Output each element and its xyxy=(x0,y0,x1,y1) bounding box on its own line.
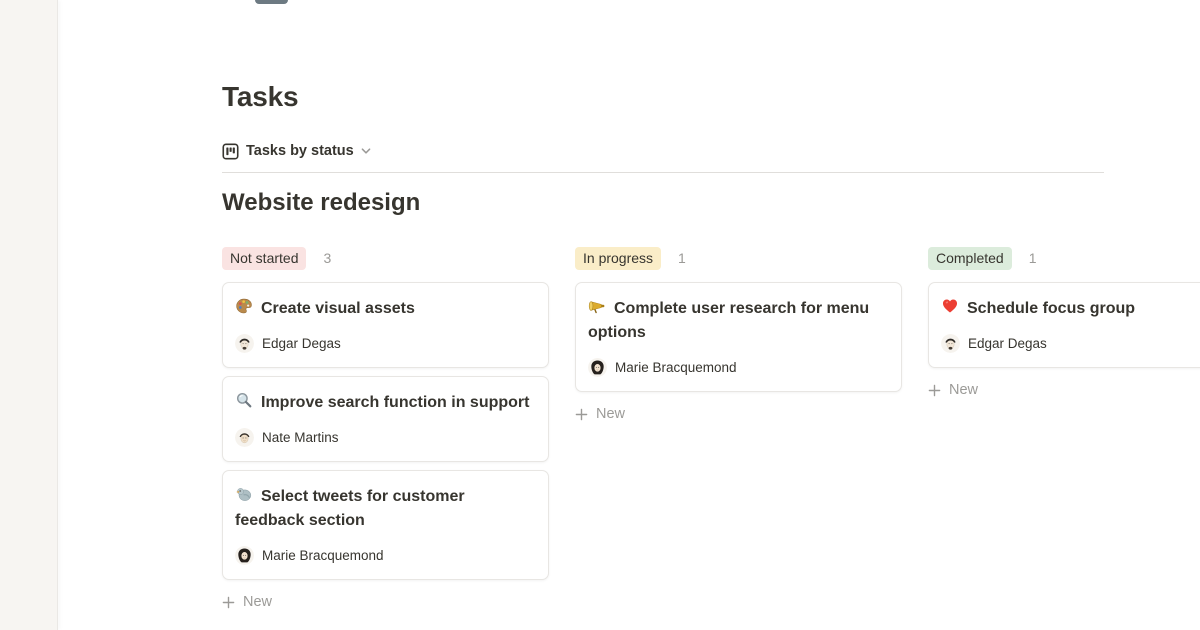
column-header: In progress 1 xyxy=(575,246,902,270)
cropped-page-icon xyxy=(255,0,288,4)
board-column-completed: Completed 1 Schedule focus group Edgar Dega… xyxy=(928,246,1200,402)
task-title-text: Select tweets for customer feedback sect… xyxy=(235,488,465,529)
task-assignee: Nate Martins xyxy=(235,427,536,447)
task-card[interactable]: Complete user research for menu options M… xyxy=(575,282,902,392)
new-task-label: New xyxy=(243,594,272,610)
task-card[interactable]: Create visual assets Edgar Degas xyxy=(222,282,549,368)
task-card[interactable]: Select tweets for customer feedback sect… xyxy=(222,470,549,580)
board-section-title: Website redesign xyxy=(222,188,420,218)
status-badge-in-progress[interactable]: In progress xyxy=(575,247,661,270)
new-task-label: New xyxy=(949,382,978,398)
task-title-text: Improve search function in support xyxy=(261,394,529,411)
column-header: Completed 1 xyxy=(928,246,1200,270)
assignee-name: Marie Bracquemond xyxy=(615,360,737,375)
avatar-woman-dark-hair xyxy=(588,358,607,377)
plus-icon xyxy=(928,384,941,397)
column-header: Not started 3 xyxy=(222,246,549,270)
board-column-in-progress: In progress 1 Complete user research for m… xyxy=(575,246,902,426)
view-tab-tasks-by-status[interactable]: Tasks by status xyxy=(222,139,372,163)
column-count: 3 xyxy=(323,250,331,266)
avatar-man-beard xyxy=(941,334,960,353)
task-card-title: Select tweets for customer feedback sect… xyxy=(235,485,536,533)
column-count: 1 xyxy=(1029,250,1037,266)
chevron-down-icon[interactable] xyxy=(360,145,372,157)
new-task-button[interactable]: New xyxy=(928,378,1200,402)
avatar-man-beard xyxy=(235,334,254,353)
new-task-label: New xyxy=(596,406,625,422)
view-tab-label: Tasks by status xyxy=(246,143,354,159)
assignee-name: Marie Bracquemond xyxy=(262,548,384,563)
assignee-name: Edgar Degas xyxy=(262,336,341,351)
board: Not started 3 Create visual assets Edgar De… xyxy=(222,246,1200,614)
task-assignee: Marie Bracquemond xyxy=(235,545,536,565)
avatar-woman-dark-hair xyxy=(235,546,254,565)
page-title: Tasks xyxy=(222,80,298,114)
new-task-button[interactable]: New xyxy=(575,402,902,426)
heart-icon xyxy=(941,297,959,315)
task-assignee: Edgar Degas xyxy=(941,333,1200,353)
task-card-title: Create visual assets xyxy=(235,297,536,321)
status-badge-not-started[interactable]: Not started xyxy=(222,247,306,270)
plus-icon xyxy=(222,596,235,609)
magnifying-glass-icon xyxy=(235,391,253,409)
task-title-text: Complete user research for menu options xyxy=(588,300,869,341)
bird-icon xyxy=(235,485,253,503)
assignee-name: Nate Martins xyxy=(262,430,339,445)
task-assignee: Edgar Degas xyxy=(235,333,536,353)
task-card-title: Schedule focus group xyxy=(941,297,1200,321)
column-count: 1 xyxy=(678,250,686,266)
task-title-text: Create visual assets xyxy=(261,300,415,317)
toolbar-divider xyxy=(222,172,1104,173)
task-card[interactable]: Schedule focus group Edgar Degas xyxy=(928,282,1200,368)
avatar-man-short-hair xyxy=(235,428,254,447)
palette-icon xyxy=(235,297,253,315)
megaphone-icon xyxy=(588,297,606,315)
plus-icon xyxy=(575,408,588,421)
task-card-title: Complete user research for menu options xyxy=(588,297,889,345)
board-column-not-started: Not started 3 Create visual assets Edgar De… xyxy=(222,246,549,614)
task-assignee: Marie Bracquemond xyxy=(588,357,889,377)
status-badge-completed[interactable]: Completed xyxy=(928,247,1012,270)
left-sidebar xyxy=(0,0,58,630)
task-title-text: Schedule focus group xyxy=(967,300,1135,317)
task-card-title: Improve search function in support xyxy=(235,391,536,415)
task-card[interactable]: Improve search function in support Nate M… xyxy=(222,376,549,462)
assignee-name: Edgar Degas xyxy=(968,336,1047,351)
board-view-icon xyxy=(222,143,239,160)
new-task-button[interactable]: New xyxy=(222,590,549,614)
